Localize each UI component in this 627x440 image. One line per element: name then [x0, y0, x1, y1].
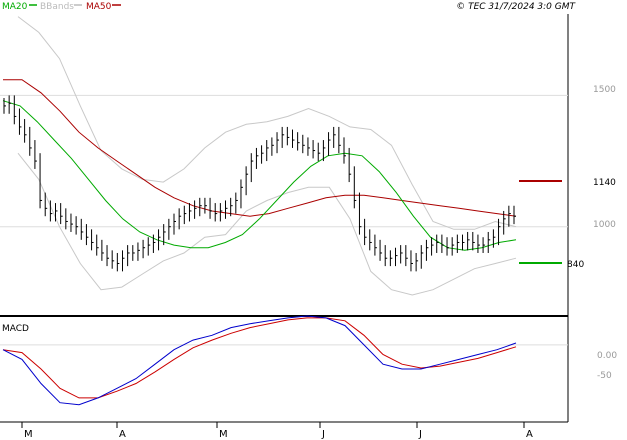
copyright-text: © TEC 31/7/2024 3:0 GMT — [456, 2, 576, 12]
stock-chart: 1140 840 M A M J J A MA20 BBands MA50 © TEC 31… — [0, 2, 617, 440]
price-tick-1000: 1000 — [593, 220, 616, 230]
x-axis-month-label: J — [321, 429, 325, 440]
macd-tick-neg50: -50 — [597, 371, 612, 381]
price-level-label: 840 — [567, 260, 584, 270]
macd-tick-zero: 0.00 — [597, 351, 617, 361]
legend: MA20 BBands MA50 — [2, 2, 121, 12]
price-level-label: 1140 — [593, 178, 616, 188]
macd-line — [2, 315, 517, 406]
macd-lines — [2, 315, 517, 406]
x-axis-month-label: A — [119, 429, 126, 440]
x-axis-month-label: M — [219, 429, 228, 440]
x-axis-month-label: A — [526, 429, 533, 440]
macd-signal-line — [2, 317, 517, 399]
legend-ma20: MA20 — [2, 2, 28, 12]
x-axis-month-label: M — [24, 429, 33, 440]
legend-bbands: BBands — [40, 2, 74, 12]
price-panel — [0, 14, 568, 316]
x-axis-month-label: J — [418, 429, 422, 440]
price-tick-1500: 1500 — [593, 85, 616, 95]
macd-panel-label: MACD — [2, 324, 29, 334]
x-axis: MAMJJA — [21, 422, 533, 440]
legend-ma50: MA50 — [86, 2, 112, 12]
